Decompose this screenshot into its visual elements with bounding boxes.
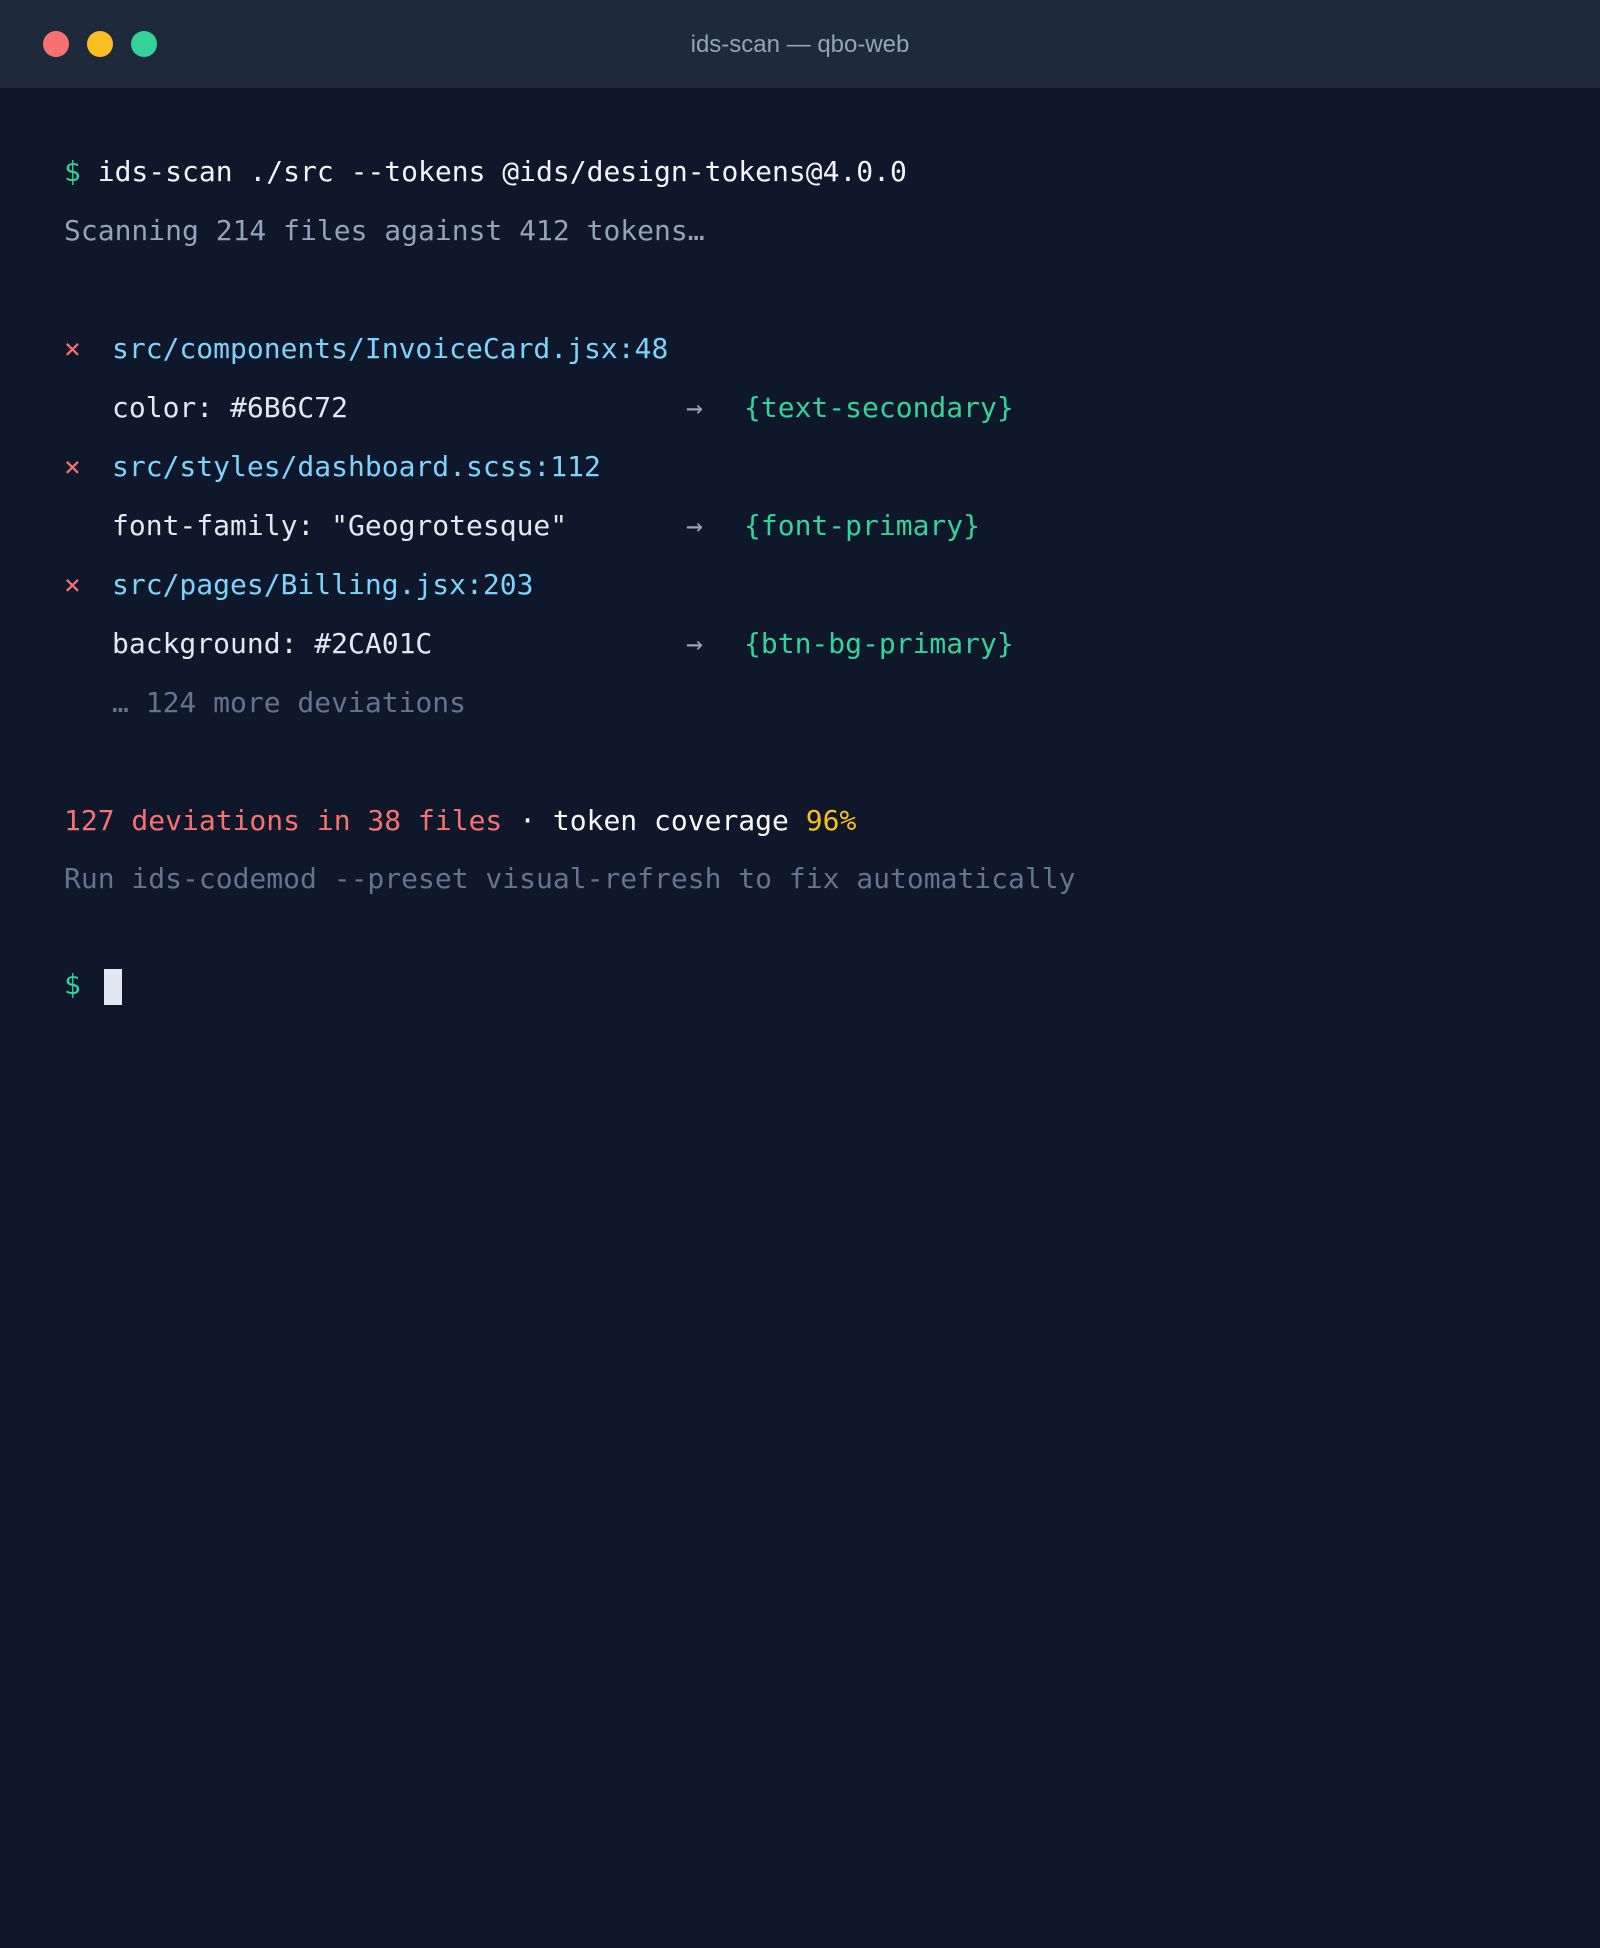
- deviation-detail-row: font-family: "Geogrotesque" → {font-primar…: [64, 496, 1164, 556]
- deviation-property: background: #2CA01C: [112, 627, 433, 660]
- deviation-property: color: #6B6C72: [112, 391, 349, 424]
- suggested-token: {text-secondary}: [744, 391, 1014, 424]
- error-mark-icon: ×: [64, 450, 81, 483]
- deviation-location-row: × src/pages/Billing.jsx:203: [64, 555, 533, 615]
- scanning-status: Scanning 214 files against 412 tokens…: [64, 214, 705, 247]
- prompt-symbol: $: [64, 968, 81, 1001]
- coverage-value: 96%: [805, 804, 857, 837]
- terminal-window: ids-scan — qbo-web $ ids-scan ./src --to…: [0, 0, 1600, 1120]
- input-prompt-line[interactable]: $: [64, 955, 184, 1015]
- arrow-icon: →: [686, 391, 703, 424]
- terminal-output[interactable]: $ ids-scan ./src --tokens @ids/design-to…: [64, 88, 1544, 1098]
- deviation-count: 127 deviations in 38 files: [64, 804, 503, 837]
- prompt-symbol: $: [64, 155, 81, 188]
- deviation-location-row: × src/components/InvoiceCard.jsx:48: [64, 319, 668, 379]
- coverage-label: token coverage: [552, 804, 789, 837]
- summary-separator: ·: [519, 804, 537, 837]
- suggested-token: {font-primary}: [744, 509, 981, 542]
- more-deviations: … 124 more deviations: [112, 686, 467, 719]
- deviation-location: src/pages/Billing.jsx:203: [112, 568, 534, 601]
- arrow-icon: →: [686, 509, 703, 542]
- text-cursor: [104, 969, 122, 1005]
- deviation-location-row: × src/styles/dashboard.scss:112: [64, 437, 601, 497]
- command-text: ids-scan ./src --tokens @ids/design-toke…: [97, 155, 907, 188]
- error-mark-icon: ×: [64, 332, 81, 365]
- deviation-location: src/styles/dashboard.scss:112: [112, 450, 601, 483]
- error-mark-icon: ×: [64, 568, 81, 601]
- deviation-property: font-family: "Geogrotesque": [112, 509, 568, 542]
- deviation-detail-row: color: #6B6C72 → {text-secondary}: [64, 378, 1164, 438]
- suggested-token: {btn-bg-primary}: [744, 627, 1014, 660]
- title-bar: ids-scan — qbo-web: [0, 0, 1600, 88]
- arrow-icon: →: [686, 627, 703, 660]
- deviation-detail-row: background: #2CA01C → {btn-bg-primary}: [64, 614, 1164, 674]
- summary-line: 127 deviations in 38 files · token cover…: [64, 791, 856, 851]
- fix-hint: Run ids-codemod --preset visual-refresh …: [64, 862, 1076, 895]
- window-title: ids-scan — qbo-web: [690, 31, 910, 58]
- deviation-location: src/components/InvoiceCard.jsx:48: [112, 332, 669, 365]
- command-line: $ ids-scan ./src --tokens @ids/design-to…: [64, 142, 907, 202]
